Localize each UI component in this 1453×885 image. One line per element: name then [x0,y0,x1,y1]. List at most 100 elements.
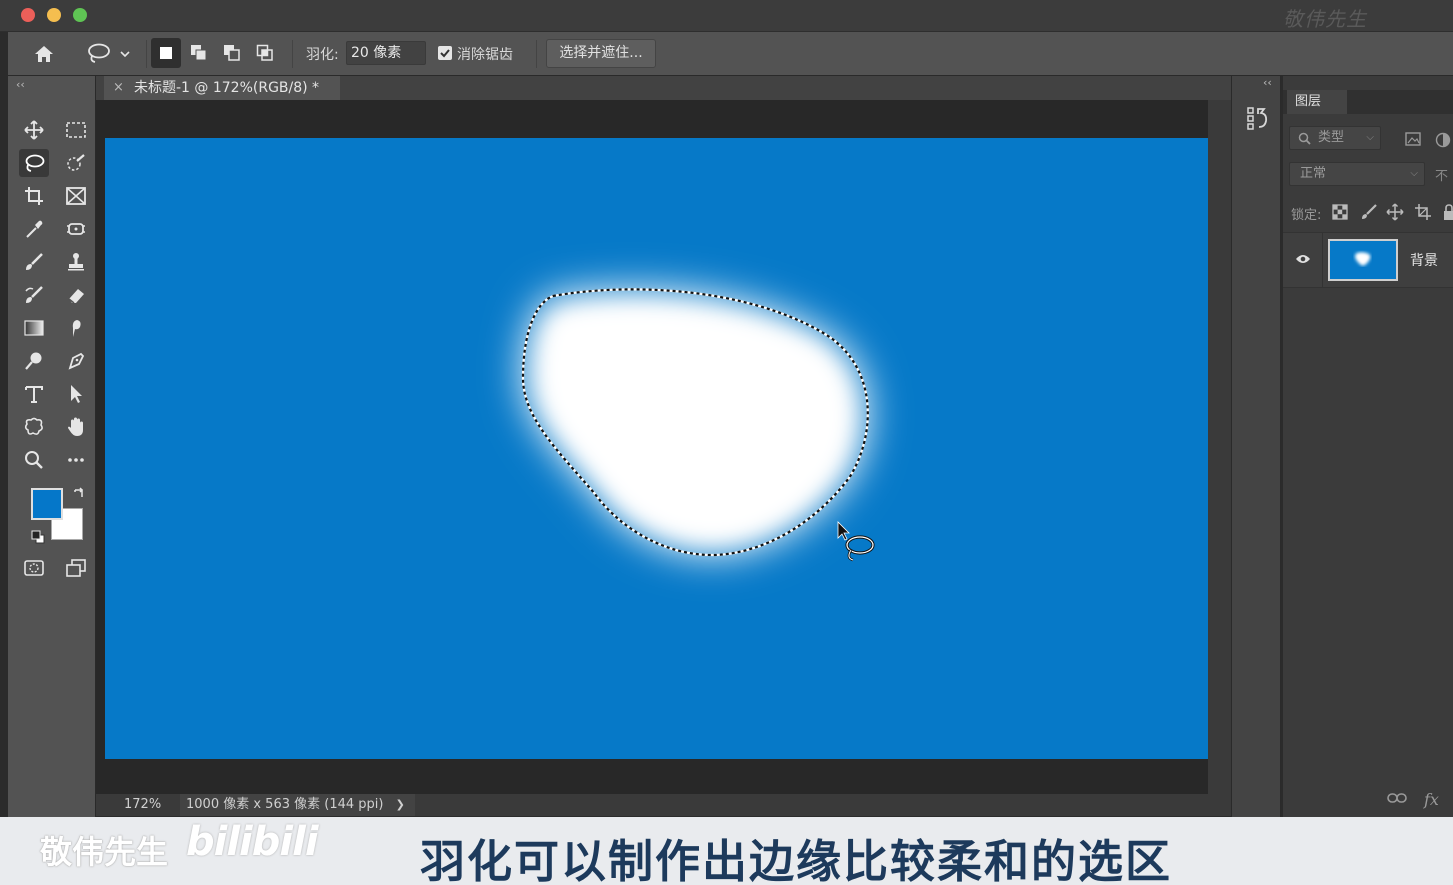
eyedropper-tool[interactable] [19,215,49,243]
layer-row-background[interactable]: 背景 [1283,232,1453,288]
bandage-icon [67,223,85,235]
lock-position-icon[interactable] [1386,203,1404,221]
layer-visibility-toggle[interactable] [1283,233,1323,287]
layer-filter-label: 类型 [1318,130,1345,145]
image-filter-icon[interactable] [1405,132,1421,146]
spot-healing-tool[interactable] [61,215,91,243]
canvas-artwork [521,288,875,562]
ellipsis-icon [68,458,84,462]
zoom-window-button[interactable] [73,8,87,22]
more-tools-button[interactable] [61,446,91,474]
checkmark-icon [440,49,450,58]
lasso-icon [88,43,130,63]
history-panel-button[interactable] [1244,104,1272,136]
path-selection-tool[interactable] [61,380,91,408]
gradient-icon [24,320,44,336]
blend-mode-value: 正常 [1300,166,1327,181]
move-tool[interactable] [19,116,49,144]
feather-label: 羽化: [306,47,339,63]
collapse-panels-button[interactable]: ‹‹ [1263,76,1272,89]
new-selection-button[interactable] [151,38,181,68]
subtract-from-selection-button[interactable] [217,38,247,68]
type-tool[interactable] [19,380,49,408]
arrow-cursor-icon [71,385,82,403]
home-icon[interactable] [32,42,56,66]
collapse-toolbar-button[interactable]: ‹‹ [16,78,25,91]
add-to-selection-button[interactable] [184,38,214,68]
lock-transparent-pixels-icon[interactable] [1332,204,1348,220]
marquee-tool[interactable] [61,116,91,144]
hand-icon [68,417,83,436]
document-tab[interactable]: × 未标题-1 @ 172%(RGB/8) * [104,76,340,100]
separator [536,40,537,68]
layer-filter-select[interactable]: 类型 ⌵ [1289,126,1381,150]
dodge-icon [25,352,42,370]
status-bar: 172% 1000 像素 x 563 像素 (144 ppi) ❯ [96,794,1231,816]
watermark: 敬伟先生 [1283,7,1367,31]
lock-row: 锁定: [1283,198,1453,226]
lock-all-icon[interactable] [1443,203,1453,221]
panel-header: 图层 [1283,90,1453,114]
layer-filter-row: 类型 ⌵ [1283,120,1453,156]
gradient-tool[interactable] [19,314,49,342]
feather-input[interactable]: 20 像素 [346,41,426,65]
clone-stamp-tool[interactable] [61,248,91,276]
status-menu-arrow-icon: ❯ [395,798,405,811]
magnifier-icon [25,451,43,469]
swap-colors-icon[interactable] [72,486,86,500]
pen-icon [68,352,85,370]
link-layers-icon[interactable] [1387,792,1407,804]
opacity-label: 不 [1435,169,1449,184]
title-bar: 敬伟先生 [0,0,1453,32]
document-canvas[interactable] [105,138,1208,759]
tool-preset-picker[interactable] [86,42,134,66]
eraser-tool[interactable] [61,281,91,309]
antialias-checkbox[interactable] [438,46,452,60]
screen-mode-icon [66,559,86,577]
dodge-tool[interactable] [19,347,49,375]
frame-tool[interactable] [61,182,91,210]
lock-artboard-icon[interactable] [1414,203,1432,221]
adjustment-filter-icon[interactable] [1435,132,1451,148]
vertical-scrollbar[interactable] [1208,100,1231,794]
type-icon [25,386,43,403]
history-brush-tool[interactable] [19,281,49,309]
close-window-button[interactable] [21,8,35,22]
rectangular-marquee-icon [66,122,86,138]
subtitle-caption: 羽化可以制作出边缘比较柔和的选区 [420,835,1173,885]
document-workspace[interactable] [96,100,1231,794]
custom-shape-tool[interactable] [19,413,49,441]
minimize-window-button[interactable] [47,8,61,22]
subtitle-brand: 敬伟先生 [40,833,169,871]
lock-image-pixels-icon[interactable] [1360,203,1378,221]
default-colors-icon[interactable] [30,529,46,545]
antialias-label: 消除锯齿 [457,47,513,63]
zoom-level[interactable]: 172% [104,794,174,816]
lasso-tool[interactable] [19,149,49,177]
zoom-tool[interactable] [19,446,49,474]
brush-tool[interactable] [19,248,49,276]
eyedropper-icon [26,220,43,238]
quick-selection-tool[interactable] [61,149,91,177]
pen-tool[interactable] [61,347,91,375]
foreground-color-swatch[interactable] [31,488,63,520]
document-size-info[interactable]: 1000 像素 x 563 像素 (144 ppi) ❯ [180,794,415,816]
hand-tool[interactable] [61,413,91,441]
collapsed-panel-dock [1231,76,1281,817]
options-bar: 羽化: 20 像素 消除锯齿 选择并遮住... [8,32,1453,76]
document-size-text: 1000 像素 x 563 像素 (144 ppi) [186,797,384,812]
intersect-selection-button[interactable] [250,38,280,68]
eraser-icon [68,289,84,304]
select-and-mask-button[interactable]: 选择并遮住... [546,39,656,68]
quick-selection-icon [67,154,85,171]
layer-effects-button[interactable]: fx [1424,790,1439,809]
quick-mask-button[interactable] [19,554,49,582]
tab-layers[interactable]: 图层 [1287,90,1347,114]
history-brush-icon [25,286,43,303]
screen-mode-button[interactable] [61,554,91,582]
blend-mode-select[interactable]: 正常 ⌵ [1289,162,1425,186]
close-tab-button[interactable]: × [113,76,124,100]
lasso-cursor-icon [837,521,875,562]
crop-tool[interactable] [19,182,49,210]
smudge-tool[interactable] [61,314,91,342]
